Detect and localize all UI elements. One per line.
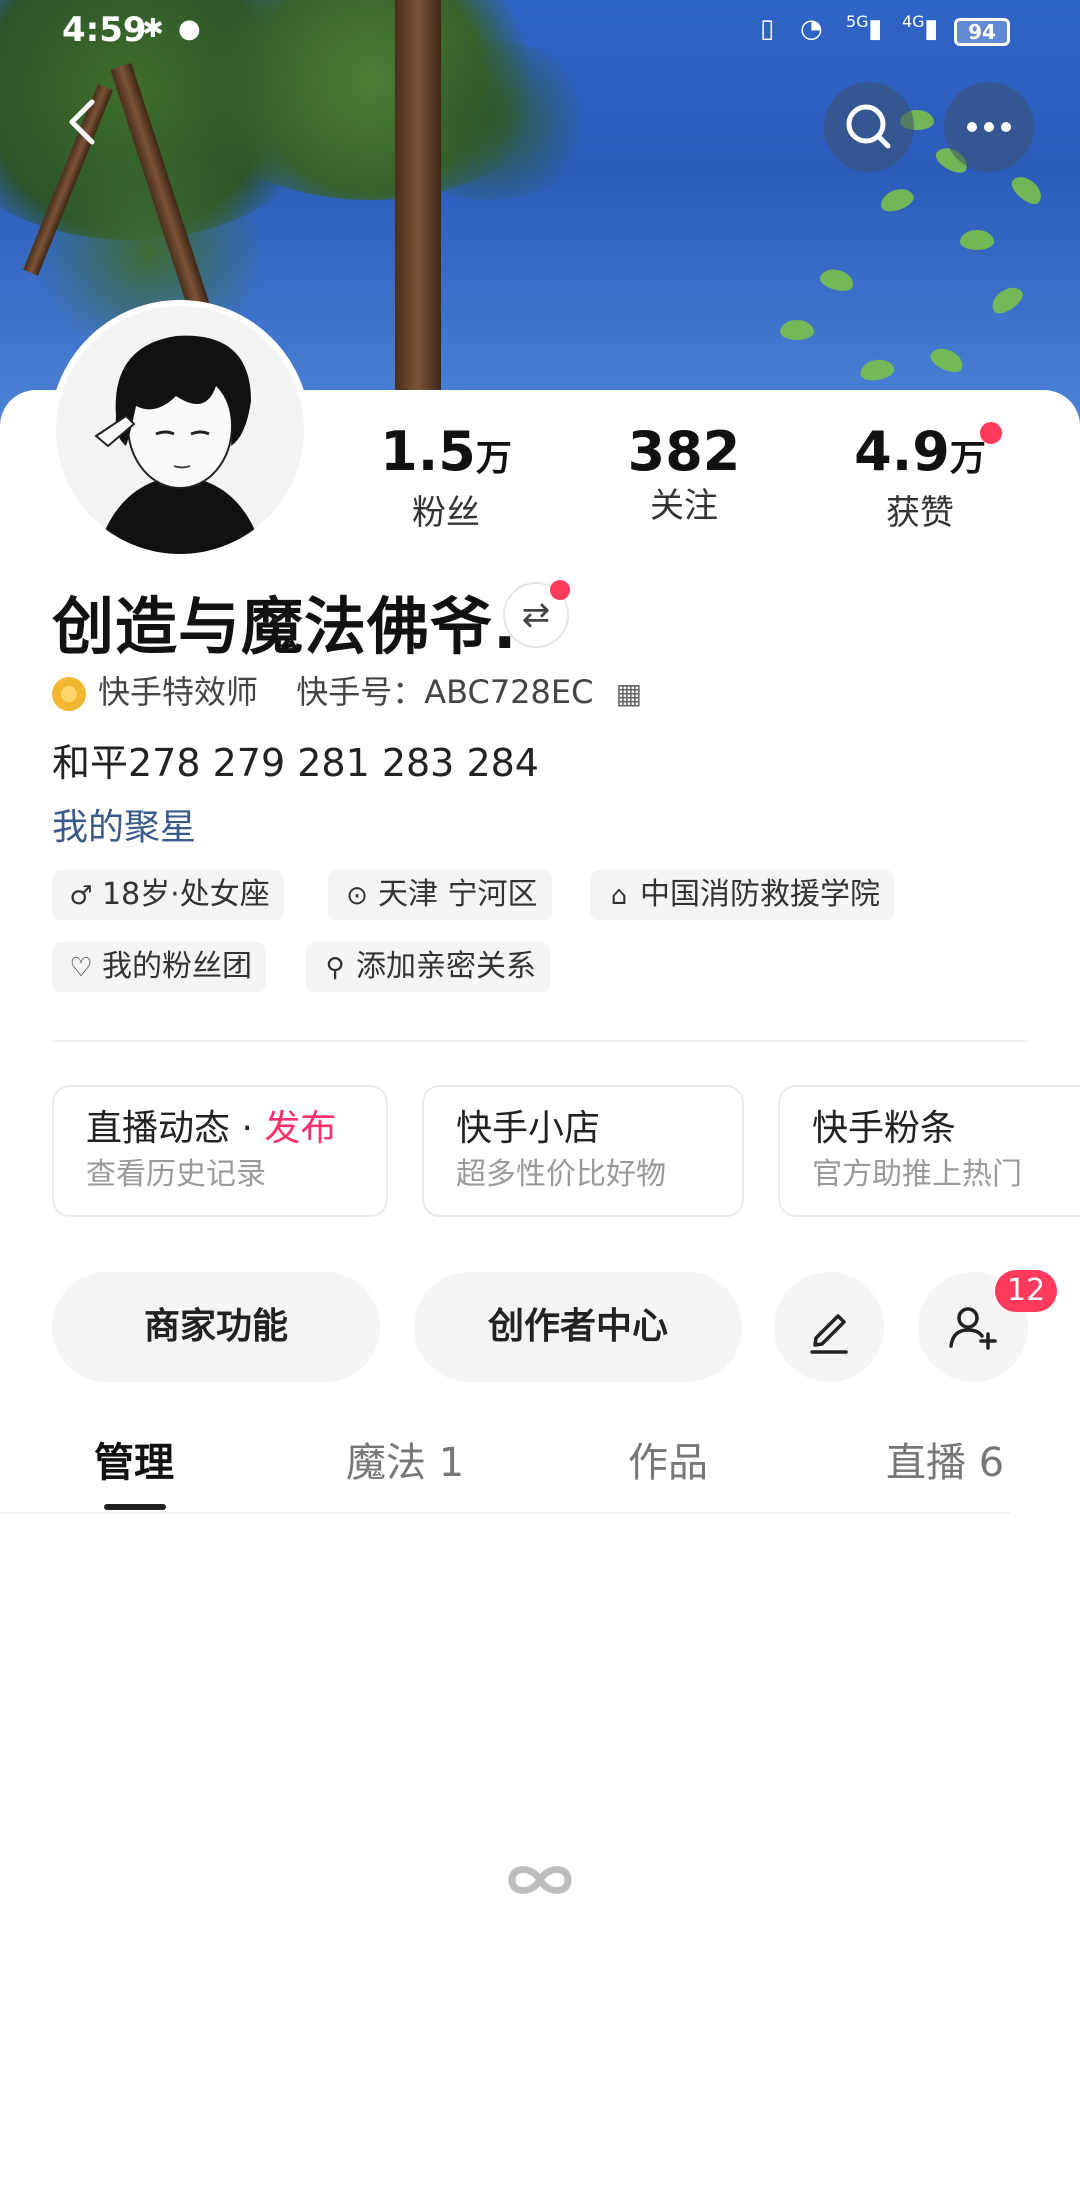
- search-icon: [846, 104, 891, 149]
- service-shop[interactable]: 快手小店 超多性价比好物: [422, 1085, 744, 1217]
- back-button[interactable]: [56, 92, 116, 152]
- merchant-functions-button[interactable]: 商家功能: [52, 1272, 380, 1382]
- juxing-link[interactable]: 我的聚星: [52, 798, 196, 850]
- tag-school[interactable]: ⌂ 中国消防救援学院: [590, 870, 894, 920]
- add-person-icon: ⚲: [325, 953, 345, 983]
- edit-pencil-icon: [810, 1314, 848, 1354]
- friend-request-badge: 12: [995, 1270, 1058, 1312]
- profile-meta: 快手特效师 快手号：ABC728EC ▦: [52, 670, 642, 714]
- tag-add-relationship[interactable]: ⚲ 添加亲密关系: [306, 942, 550, 992]
- bluetooth-icon: ✱: [142, 14, 164, 44]
- tag-fan-club-text: 我的粉丝团: [102, 949, 252, 984]
- service-live-publish[interactable]: 发布: [264, 1108, 336, 1149]
- heart-icon: ♡: [69, 953, 93, 983]
- tab-divider: [0, 1512, 1010, 1514]
- following-label: 关注: [650, 486, 718, 526]
- account-id[interactable]: 快手号：ABC728EC: [296, 673, 593, 711]
- tag-add-relationship-text: 添加亲密关系: [356, 949, 536, 984]
- creator-center-button[interactable]: 创作者中心: [414, 1272, 742, 1382]
- tag-location[interactable]: ⊙ 天津 宁河区: [328, 870, 552, 920]
- swap-icon: ⇄: [521, 595, 551, 635]
- likes-unit: 万: [949, 438, 986, 479]
- service-shop-subtitle: 超多性价比好物: [456, 1157, 666, 1192]
- likes-label: 获赞: [886, 493, 954, 533]
- profile-bio: 和平278 279 281 283 284: [52, 741, 539, 785]
- signal-icon: ▮: [868, 14, 883, 44]
- stat-likes[interactable]: 4.9万 获赞: [820, 420, 1020, 535]
- network-5g-label: 5G: [846, 12, 869, 31]
- edit-profile-button[interactable]: [774, 1272, 884, 1382]
- back-arrow-icon: [69, 99, 95, 145]
- tag-location-text: 天津 宁河区: [378, 877, 538, 912]
- tag-age-zodiac[interactable]: ♂ 18岁·处女座: [52, 870, 284, 920]
- loading-icon: [500, 1860, 580, 1900]
- male-icon: ♂: [69, 881, 93, 911]
- service-promote[interactable]: 快手粉条 官方助推上热门: [778, 1085, 1080, 1217]
- service-live-sep: ·: [230, 1108, 265, 1149]
- stat-fans[interactable]: 1.5万 粉丝: [346, 420, 546, 535]
- more-dots-icon: [967, 122, 1011, 132]
- section-divider: [52, 1040, 1028, 1042]
- wifi-icon: ◔: [800, 14, 823, 44]
- tag-fan-club[interactable]: ♡ 我的粉丝团: [52, 942, 266, 992]
- service-live-title: 直播动态: [86, 1108, 231, 1149]
- battery-indicator: 94: [954, 18, 1010, 46]
- fans-unit: 万: [475, 438, 512, 479]
- likes-count: 4.9: [854, 420, 950, 483]
- vibrate-icon: ▯: [760, 14, 775, 44]
- service-live-updates[interactable]: 直播动态 · 发布 查看历史记录: [52, 1085, 388, 1217]
- avatar[interactable]: [50, 300, 310, 560]
- avatar-illustration: [56, 306, 304, 554]
- search-button[interactable]: [824, 82, 914, 172]
- network-4g-label: 4G: [902, 12, 925, 31]
- more-button[interactable]: [944, 82, 1034, 172]
- service-promote-title: 快手粉条: [812, 1108, 957, 1149]
- profile-name: 创造与魔法佛爷.: [52, 590, 518, 663]
- fans-label: 粉丝: [412, 493, 480, 533]
- fans-count: 1.5: [380, 420, 476, 483]
- tab-manage[interactable]: 管理: [94, 1430, 174, 1488]
- creator-badge[interactable]: 快手特效师: [98, 673, 258, 711]
- following-count: 382: [627, 420, 741, 483]
- tab-works[interactable]: 作品: [628, 1430, 708, 1488]
- stat-following[interactable]: 382 关注: [584, 420, 784, 528]
- switch-red-dot: [550, 580, 570, 600]
- school-icon: ⌂: [610, 881, 628, 911]
- medal-icon: [52, 677, 86, 711]
- location-status-icon: ●: [178, 14, 201, 44]
- service-live-subtitle: 查看历史记录: [86, 1157, 266, 1192]
- location-icon: ⊙: [346, 881, 368, 911]
- status-bar: 4:59 ✱ ● ▯ ◔ 5G ▮ 4G ▮ 94: [0, 0, 1080, 66]
- service-promote-subtitle: 官方助推上热门: [812, 1157, 1022, 1192]
- tab-magic[interactable]: 魔法 1: [346, 1430, 464, 1488]
- active-tab-indicator: [104, 1504, 166, 1510]
- signal-icon-2: ▮: [924, 14, 939, 44]
- service-shop-title: 快手小店: [456, 1108, 601, 1149]
- qr-code-icon[interactable]: ▦: [616, 677, 642, 710]
- tag-school-text: 中国消防救援学院: [640, 877, 880, 912]
- tab-live[interactable]: 直播 6: [886, 1430, 1004, 1488]
- profile-screen: 4:59 ✱ ● ▯ ◔ 5G ▮ 4G ▮ 94 1.5万 粉丝 382 关注…: [0, 0, 1080, 2204]
- tag-age-text: 18岁·处女座: [102, 877, 270, 912]
- status-time: 4:59: [62, 10, 147, 50]
